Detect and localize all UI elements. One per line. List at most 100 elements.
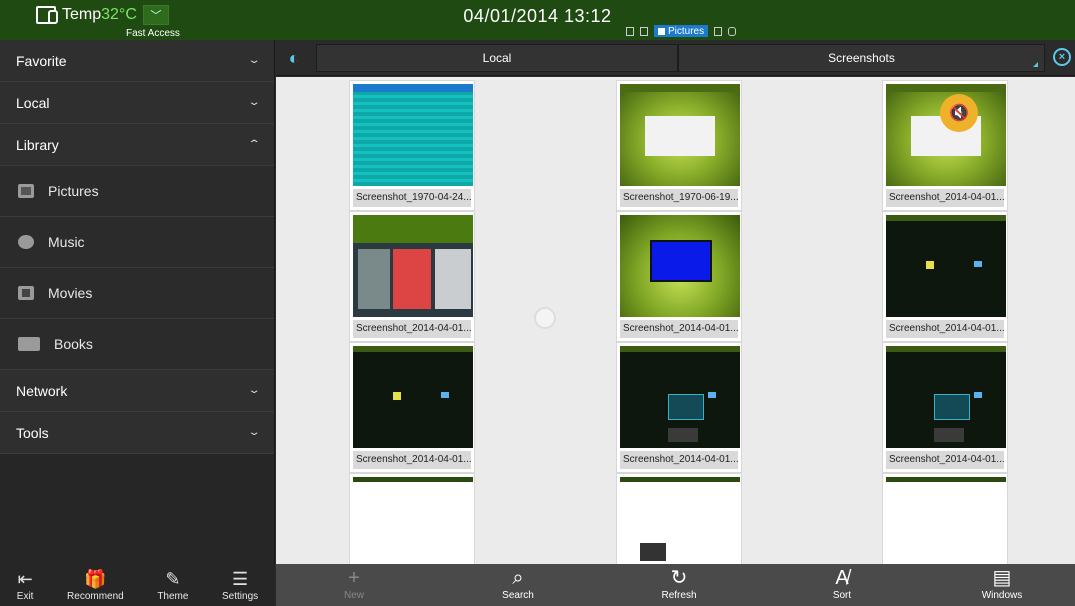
gift-icon: 🎁 [84, 568, 107, 589]
breadcrumb-local[interactable]: Local [316, 44, 678, 72]
recommend-label: Recommend [67, 590, 124, 602]
theme-label: Theme [157, 590, 189, 602]
music-icon [18, 235, 34, 249]
sidebar-section-network[interactable]: Network ⌄ [0, 370, 274, 412]
file-tile[interactable] [349, 473, 475, 564]
sliders-icon: ☰ [232, 568, 249, 589]
file-tile[interactable]: 🔇 Screenshot_2014-04-01... [882, 80, 1008, 211]
chevron-up-icon: ⌃ [247, 139, 261, 150]
chevron-down-icon: ⌄ [247, 97, 261, 108]
search-icon: ⌕ [512, 567, 524, 589]
search-label: Search [502, 590, 534, 601]
sidebar-item-label: Pictures [48, 183, 99, 199]
fast-access-label: Fast Access [126, 28, 180, 39]
loading-indicator [534, 307, 556, 329]
chevron-down-icon: ⌄ [247, 427, 261, 438]
mini-popup [640, 543, 666, 561]
file-thumbnail [353, 215, 473, 317]
window-icon [714, 26, 723, 36]
settings-label: Settings [222, 590, 259, 602]
windows-label: Windows [981, 590, 1023, 601]
datetime: 04/01/2014 13:12 [463, 6, 612, 26]
file-thumbnail [620, 215, 740, 317]
file-name: Screenshot_1970-04-24... [353, 189, 471, 207]
search-button[interactable]: ⌕ Search [502, 568, 534, 601]
windows-icon: ▤ [992, 567, 1012, 589]
mute-icon: 🔇 [940, 94, 978, 132]
file-tile[interactable]: Screenshot_2014-04-01... [882, 342, 1008, 473]
file-tile[interactable]: Screenshot_2014-04-01... [616, 342, 742, 473]
sidebar-item-books[interactable]: Books [0, 319, 274, 370]
refresh-button[interactable]: ↻ Refresh [661, 568, 696, 601]
file-thumbnail [886, 215, 1006, 317]
file-name: Screenshot_2014-04-01... [353, 320, 471, 338]
sort-button[interactable]: A̸ Sort [833, 568, 851, 601]
picture-icon [658, 27, 665, 35]
file-tile[interactable]: Screenshot_2014-04-01... [882, 211, 1008, 342]
sidebar-item-label: Books [54, 336, 93, 352]
new-label: New [343, 590, 365, 601]
file-tile[interactable]: Screenshot_2014-04-01... [349, 342, 475, 473]
file-tile[interactable] [882, 473, 1008, 564]
globe-icon[interactable]: ◐ [282, 46, 306, 70]
movie-icon [18, 286, 34, 300]
file-name: Screenshot_2014-04-01... [620, 320, 738, 338]
file-thumbnail [886, 477, 1006, 564]
sidebar-toolbar: ⇤ Exit 🎁 Recommend ✎ Theme ☰ Settings [0, 564, 275, 606]
refresh-icon: ↻ [670, 567, 688, 589]
exit-icon: ⇤ [17, 568, 33, 589]
sidebar-item-movies[interactable]: Movies [0, 268, 274, 319]
settings-button[interactable]: ☰ Settings [222, 569, 258, 602]
file-thumbnail [353, 346, 473, 448]
sidebar-section-local[interactable]: Local ⌄ [0, 82, 274, 124]
window-icon [626, 26, 634, 36]
active-window-chip[interactable]: Pictures [654, 25, 709, 37]
file-thumbnail [620, 346, 740, 448]
theme-button[interactable]: ✎ Theme [157, 569, 188, 602]
sidebar-section-tools[interactable]: Tools ⌄ [0, 412, 274, 454]
sort-label: Sort [832, 590, 852, 601]
file-thumbnail [353, 84, 473, 186]
recommend-button[interactable]: 🎁 Recommend [67, 569, 124, 602]
sidebar-item-label: Movies [48, 285, 93, 301]
exit-label: Exit [16, 590, 34, 602]
open-windows-indicator: Pictures [626, 25, 737, 37]
file-thumbnail [620, 84, 740, 186]
sidebar-item-pictures[interactable]: Pictures [0, 166, 274, 217]
close-icon[interactable]: × [1053, 48, 1071, 66]
sidebar-section-favorite[interactable]: Favorite ⌄ [0, 40, 274, 82]
file-name: Screenshot_2014-04-01... [620, 451, 738, 469]
file-name: Screenshot_2014-04-01... [353, 451, 471, 469]
top-status-bar: Temp 32°C ﹀ Fast Access 04/01/2014 13:12 … [0, 0, 1075, 40]
exit-button[interactable]: ⇤ Exit [17, 569, 34, 602]
book-icon [18, 337, 40, 351]
file-manager-app: Temp 32°C ﹀ Fast Access 04/01/2014 13:12 … [0, 0, 1075, 606]
sidebar-item-music[interactable]: Music [0, 217, 274, 268]
active-window-label: Pictures [668, 25, 705, 37]
breadcrumb-screenshots[interactable]: Screenshots [678, 44, 1045, 72]
file-name: Screenshot_2014-04-01... [886, 189, 1004, 207]
sidebar-item-label: Music [48, 234, 85, 250]
section-label: Favorite [16, 52, 67, 69]
file-tile[interactable]: Screenshot_1970-04-24... [349, 80, 475, 211]
section-label: Network [16, 382, 68, 399]
sort-icon: A̸ [835, 567, 849, 589]
chevron-down-icon: ⌄ [247, 55, 261, 66]
file-grid: Screenshot_1970-04-24... Screenshot_1970… [276, 77, 1075, 564]
file-tile[interactable]: Screenshot_2014-04-01... [349, 211, 475, 342]
section-label: Local [16, 94, 50, 111]
file-tile[interactable]: Screenshot_2014-04-01... [616, 211, 742, 342]
section-label: Tools [16, 424, 49, 441]
file-tile[interactable] [616, 473, 742, 564]
sidebar-section-library[interactable]: Library ⌃ [0, 124, 274, 166]
windows-button[interactable]: ▤ Windows [982, 568, 1023, 601]
new-button[interactable]: + New [344, 568, 364, 601]
file-thumbnail: 🔇 [886, 84, 1006, 186]
breadcrumb-label: Screenshots [828, 51, 895, 65]
file-name: Screenshot_2014-04-01... [886, 451, 1004, 469]
plus-icon: + [348, 567, 360, 589]
file-thumbnail [620, 477, 740, 564]
path-bar: ◐ Local Screenshots × [276, 40, 1075, 76]
file-tile[interactable]: Screenshot_1970-06-19... [616, 80, 742, 211]
file-thumbnail [886, 346, 1006, 448]
